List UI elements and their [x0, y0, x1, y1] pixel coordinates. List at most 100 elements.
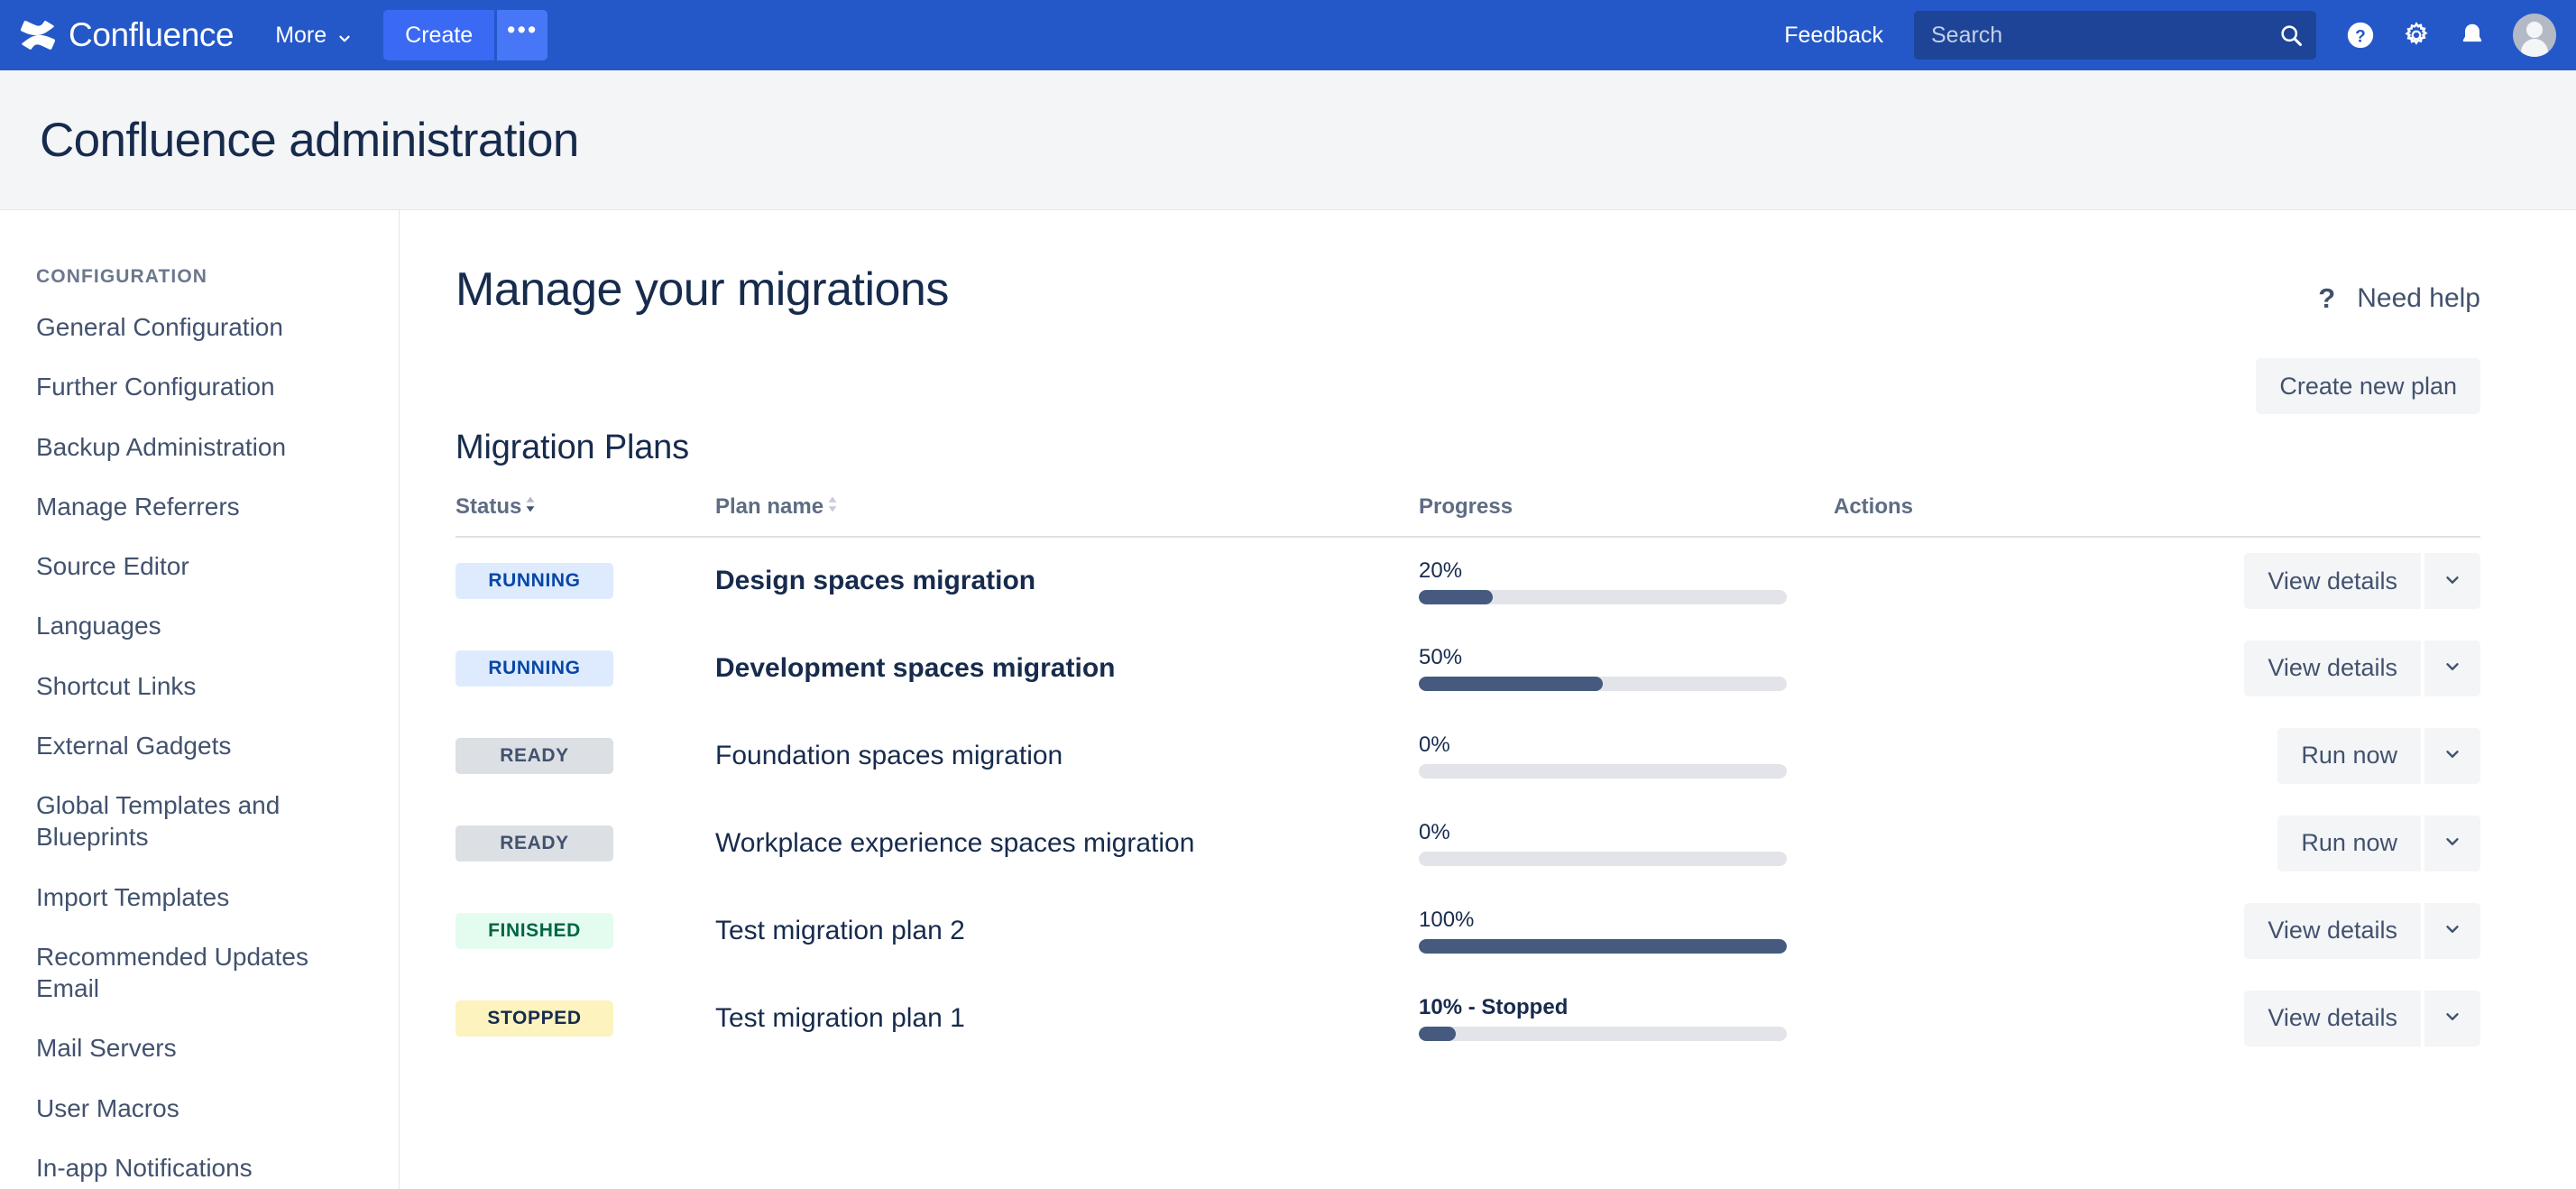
row-actions-dropdown-button[interactable] [2424, 990, 2480, 1046]
sidebar-item-external-gadgets[interactable]: External Gadgets [36, 730, 399, 761]
chevron-down-icon [2443, 919, 2462, 942]
sidebar-item-further-configuration[interactable]: Further Configuration [36, 371, 399, 402]
sidebar-item-backup-administration[interactable]: Backup Administration [36, 431, 399, 463]
row-primary-action-button[interactable]: View details [2244, 640, 2421, 696]
table-row: READY Foundation spaces migration 0% Run no… [455, 712, 2480, 799]
chevron-down-icon [2443, 832, 2462, 854]
sidebar-item-manage-referrers[interactable]: Manage Referrers [36, 491, 399, 522]
progress-fill [1419, 589, 1493, 604]
row-primary-action-button[interactable]: View details [2244, 902, 2421, 959]
page-body: CONFIGURATION General Configuration Furt… [0, 210, 2576, 1189]
status-badge: RUNNING [455, 563, 613, 599]
plan-name-label: Test migration plan 2 [715, 915, 965, 945]
action-button-group: Run now [2277, 727, 2480, 784]
feedback-link[interactable]: Feedback [1766, 23, 1901, 49]
action-button-group: Run now [2277, 815, 2480, 871]
sidebar-item-general-configuration[interactable]: General Configuration [36, 311, 399, 343]
sidebar-item-global-templates-and-blueprints[interactable]: Global Templates and Blueprints [36, 789, 399, 853]
table-row: RUNNING Design spaces migration 20% View de… [455, 537, 2480, 624]
chevron-down-icon [2443, 1007, 2462, 1029]
sidebar-item-import-templates[interactable]: Import Templates [36, 881, 399, 913]
nav-more-label: More [275, 22, 327, 48]
need-help-label: Need help [2357, 283, 2480, 313]
status-badge: READY [455, 825, 613, 862]
sidebar-item-in-app-notifications[interactable]: In-app Notifications [36, 1152, 399, 1184]
column-header-plan-name[interactable]: Plan name [715, 494, 1419, 538]
progress-indicator: 100% [1419, 908, 1787, 954]
row-primary-action-button[interactable]: Run now [2277, 727, 2421, 784]
row-primary-action-button[interactable]: Run now [2277, 815, 2421, 871]
chevron-down-icon [2443, 744, 2462, 767]
progress-label: 50% [1419, 645, 1463, 669]
table-header-row: Status Plan name Progress Actions [455, 494, 2480, 538]
cell-plan-name: Test migration plan 2 [715, 887, 1419, 974]
cell-status: RUNNING [455, 624, 715, 712]
row-actions-dropdown-button[interactable] [2424, 553, 2480, 609]
plan-name-label: Foundation spaces migration [715, 740, 1063, 770]
sidebar-item-recommended-updates-email[interactable]: Recommended Updates Email [36, 941, 399, 1005]
sidebar-item-languages[interactable]: Languages [36, 610, 399, 641]
sidebar-item-shortcut-links[interactable]: Shortcut Links [36, 670, 399, 702]
need-help-link[interactable]: ? Need help [2318, 282, 2480, 315]
cell-status: READY [455, 712, 715, 799]
search-icon[interactable] [2278, 23, 2304, 48]
cell-progress: 0% [1419, 712, 1834, 799]
row-actions-dropdown-button[interactable] [2424, 727, 2480, 784]
cell-status: READY [455, 799, 715, 887]
column-header-status[interactable]: Status [455, 494, 715, 538]
confluence-logo-icon [20, 17, 56, 53]
create-button-group: Create ••• [383, 10, 548, 60]
cell-progress: 0% [1419, 799, 1834, 887]
progress-label: 20% [1419, 558, 1463, 583]
status-badge: READY [455, 737, 613, 774]
search-input[interactable] [1914, 11, 2316, 60]
cell-plan-name: Test migration plan 1 [715, 974, 1419, 1062]
create-more-options-button[interactable]: ••• [497, 10, 548, 60]
user-avatar[interactable] [2513, 14, 2556, 57]
row-primary-action-button[interactable]: View details [2244, 553, 2421, 609]
confluence-home-link[interactable]: Confluence [20, 16, 235, 54]
progress-fill [1419, 1027, 1456, 1041]
cell-progress: 20% [1419, 537, 1834, 624]
question-mark-icon: ? [2318, 282, 2336, 314]
create-new-plan-button[interactable]: Create new plan [2256, 358, 2480, 414]
page-title: Manage your migrations [455, 263, 949, 316]
progress-label: 10% - Stopped [1419, 995, 1569, 1019]
sidebar-section-heading: CONFIGURATION [36, 266, 208, 287]
row-primary-action-button[interactable]: View details [2244, 990, 2421, 1046]
cell-plan-name: Foundation spaces migration [715, 712, 1419, 799]
migration-plans-section-title: Migration Plans [455, 429, 689, 466]
progress-indicator: 20% [1419, 558, 1787, 604]
nav-more-menu[interactable]: More [259, 10, 369, 60]
create-button[interactable]: Create [383, 10, 495, 60]
row-actions-dropdown-button[interactable] [2424, 640, 2480, 696]
help-icon[interactable]: ? [2332, 7, 2388, 63]
column-header-plan-name-label: Plan name [715, 494, 824, 519]
progress-fill [1419, 939, 1787, 954]
cell-actions: Run now [1834, 799, 2480, 887]
plan-name-label: Test migration plan 1 [715, 1002, 965, 1033]
progress-track [1419, 1027, 1787, 1041]
navbar-right-group: Feedback ? [1766, 7, 2556, 63]
table-header: Status Plan name Progress Actions [455, 494, 2480, 538]
action-button-group: View details [2244, 553, 2480, 609]
chevron-down-icon [2443, 570, 2462, 593]
sidebar-item-source-editor[interactable]: Source Editor [36, 550, 399, 582]
progress-track [1419, 852, 1787, 866]
progress-indicator: 0% [1419, 820, 1787, 866]
plan-name-label: Design spaces migration [715, 566, 1036, 595]
column-header-actions: Actions [1834, 494, 2480, 538]
row-actions-dropdown-button[interactable] [2424, 902, 2480, 959]
notifications-bell-icon[interactable] [2444, 7, 2500, 63]
column-header-status-label: Status [455, 494, 522, 519]
sidebar-item-mail-servers[interactable]: Mail Servers [36, 1032, 399, 1064]
brand-name: Confluence [69, 16, 235, 53]
admin-page-title: Confluence administration [40, 113, 579, 167]
sidebar-item-user-macros[interactable]: User Macros [36, 1092, 399, 1124]
gear-icon[interactable] [2388, 7, 2444, 63]
row-actions-dropdown-button[interactable] [2424, 815, 2480, 871]
avatar-body-shape [2521, 39, 2548, 57]
table-row: STOPPED Test migration plan 1 10% - Stoppe… [455, 974, 2480, 1062]
progress-label: 0% [1419, 820, 1450, 844]
table-row: FINISHED Test migration plan 2 100% View de… [455, 887, 2480, 974]
